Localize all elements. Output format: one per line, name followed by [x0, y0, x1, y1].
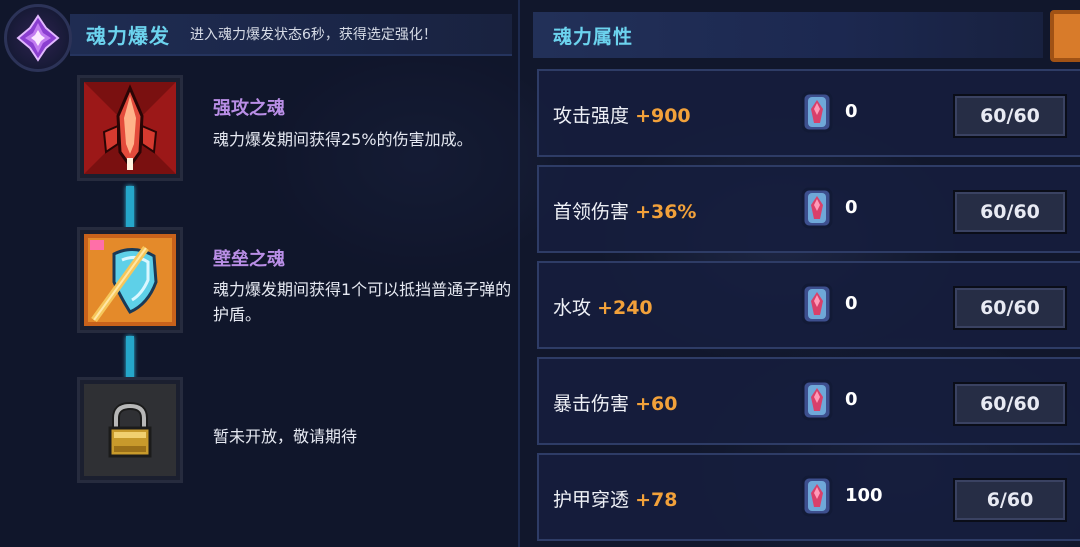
gem-count: 0	[845, 101, 858, 122]
soul-gem-icon	[801, 187, 833, 229]
attribute-name: 首领伤害	[553, 201, 630, 223]
panel-subtitle: 进入魂力爆发状态6秒，获得选定强化！	[190, 27, 437, 43]
attribute-name: 水攻	[553, 297, 592, 319]
attribute-bonus: +36%	[635, 201, 697, 223]
soul-gem-icon	[801, 475, 833, 517]
soul-burst-panel: 魂力爆发 进入魂力爆发状态6秒，获得选定强化！ 强攻之魂 魂力爆发期间获得25%…	[0, 0, 520, 547]
attributes-title: 魂力属性	[553, 25, 634, 48]
attribute-row-armor-pierce: 护甲穿透 +78 100 6/60	[537, 453, 1080, 541]
attribute-label: 攻击强度 +900	[553, 101, 691, 128]
soul-gem-icon	[801, 379, 833, 421]
skill-slot-locked[interactable]	[77, 377, 183, 483]
soul-gem-icon	[801, 91, 833, 133]
attribute-row-boss-damage: 首领伤害 +36% 0 60/60	[537, 165, 1080, 253]
attribute-level-button[interactable]: 60/60	[953, 286, 1067, 330]
attribute-label: 暴击伤害 +60	[553, 389, 677, 416]
panel-title: 魂力爆发	[86, 23, 170, 48]
skill-connector	[126, 186, 134, 230]
attribute-row-crit-damage: 暴击伤害 +60 0 60/60	[537, 357, 1080, 445]
attribute-level-button[interactable]: 60/60	[953, 382, 1067, 426]
attack-soul-icon	[84, 82, 176, 174]
attribute-row-water-attack: 水攻 +240 0 60/60	[537, 261, 1080, 349]
soul-gem-icon	[801, 283, 833, 325]
skill-name-attack: 强攻之魂	[213, 98, 285, 119]
soul-burst-header: 魂力爆发 进入魂力爆发状态6秒，获得选定强化！	[70, 14, 512, 56]
attribute-bonus: +900	[635, 105, 691, 127]
attribute-label: 护甲穿透 +78	[553, 485, 677, 512]
side-tab-button[interactable]	[1050, 10, 1080, 62]
attribute-level-button[interactable]: 60/60	[953, 94, 1067, 138]
shield-soul-icon	[84, 234, 176, 326]
gem-count: 0	[845, 293, 858, 314]
attribute-name: 暴击伤害	[553, 393, 630, 415]
skill-slot-attack[interactable]	[77, 75, 183, 181]
skill-desc-shield: 魂力爆发期间获得1个可以抵挡普通子弹的护盾。	[213, 280, 512, 324]
skill-desc-locked: 暂未开放，敬请期待	[213, 427, 358, 446]
attribute-level-button[interactable]: 6/60	[953, 478, 1067, 522]
attribute-row-attack: 攻击强度 +900 0 60/60	[537, 69, 1080, 157]
attribute-bonus: +78	[635, 489, 678, 511]
attribute-bonus: +240	[597, 297, 653, 319]
attribute-label: 水攻 +240	[553, 293, 653, 320]
gem-count: 0	[845, 389, 858, 410]
skill-slot-shield[interactable]	[77, 227, 183, 333]
attribute-level-button[interactable]: 60/60	[953, 190, 1067, 234]
skill-name-shield: 壁垒之魂	[213, 249, 285, 270]
attribute-name: 护甲穿透	[553, 489, 630, 511]
gem-count: 100	[845, 485, 883, 506]
gem-count: 0	[845, 197, 858, 218]
skill-connector	[126, 336, 134, 380]
skill-desc-attack: 魂力爆发期间获得25%的伤害加成。	[213, 130, 473, 149]
attribute-bonus: +60	[635, 393, 678, 415]
lock-icon	[108, 401, 152, 458]
attribute-label: 首领伤害 +36%	[553, 197, 696, 224]
soul-crystal-badge-icon	[4, 4, 72, 72]
soul-attributes-header: 魂力属性	[533, 12, 1043, 58]
attribute-name: 攻击强度	[553, 105, 630, 127]
